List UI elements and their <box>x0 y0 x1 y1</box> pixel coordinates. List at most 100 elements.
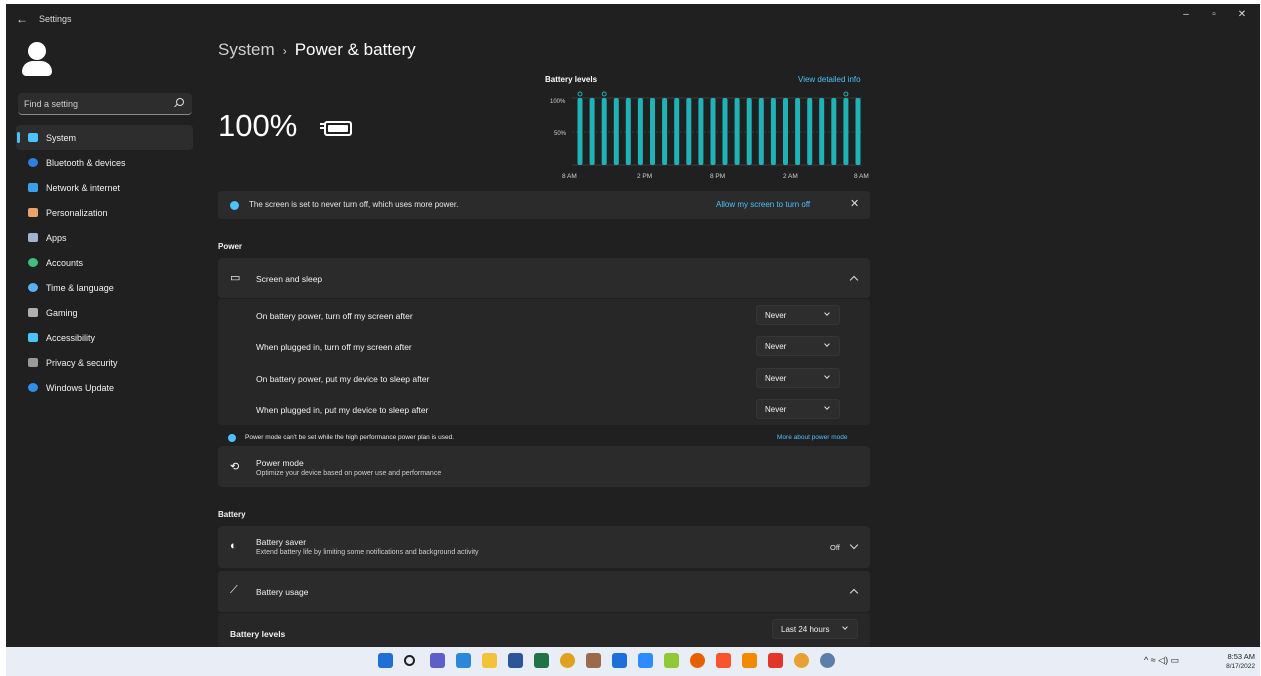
zoom-icon[interactable] <box>638 653 653 668</box>
close-button[interactable]: ✕ <box>1232 9 1252 25</box>
battery-usage-body: Battery levels Last 24 hours <box>218 613 870 647</box>
chat-icon[interactable] <box>430 653 445 668</box>
chrome-canary-icon[interactable] <box>794 653 809 668</box>
sidebar-item-accounts[interactable]: Accounts <box>16 250 193 275</box>
battery-levels-label: Battery levels <box>230 629 286 639</box>
battery-saver-card[interactable]: ◐ Battery saver Extend battery life by l… <box>218 526 870 568</box>
time-range-dropdown[interactable]: Last 24 hours <box>772 619 858 639</box>
battery-bar <box>783 98 788 165</box>
x-tick-label: 8 PM <box>710 173 725 180</box>
battery-section-label: Battery <box>218 510 246 519</box>
battery-bar <box>758 98 764 165</box>
charging-marker-icon <box>843 91 849 97</box>
allow-screen-off-link[interactable]: Allow my screen to turn off <box>716 200 810 209</box>
dropdown-value: Last 24 hours <box>781 625 830 634</box>
x-tick-label: 2 AM <box>783 173 798 180</box>
view-detailed-info-link[interactable]: View detailed info <box>798 75 861 84</box>
plugged-screen-off-label: When plugged in, turn off my screen afte… <box>256 342 412 352</box>
sidebar-item-label: Gaming <box>46 308 78 318</box>
anydesk-icon[interactable] <box>768 653 783 668</box>
file-explorer-icon[interactable] <box>482 653 497 668</box>
vlc-icon[interactable] <box>742 653 757 668</box>
breadcrumb: System › Power & battery <box>218 40 416 60</box>
search-box[interactable] <box>18 93 192 115</box>
battery-bar <box>843 98 849 165</box>
widgets-icon[interactable] <box>456 653 471 668</box>
sidebar-item-apps[interactable]: Apps <box>16 225 193 250</box>
brave-icon[interactable] <box>716 653 731 668</box>
app-title: Settings <box>39 14 72 24</box>
update-icon <box>28 383 38 392</box>
plugged-screen-off-dropdown[interactable]: Never <box>756 336 840 356</box>
chevron-up-icon[interactable] <box>849 275 859 285</box>
sidebar-item-network-internet[interactable]: Network & internet <box>16 175 193 200</box>
teamviewer-icon[interactable] <box>612 653 627 668</box>
battery-bar <box>698 98 704 165</box>
sidebar-item-label: Time & language <box>46 283 114 293</box>
chart-line-icon: ⟋ <box>230 584 238 596</box>
search-icon[interactable] <box>404 655 415 666</box>
more-about-power-mode-link[interactable]: More about power mode <box>777 434 847 441</box>
battery-charging-icon <box>320 121 352 136</box>
power-mode-icon: ⟲ <box>230 461 240 473</box>
battery-bar <box>819 98 825 165</box>
system-tray[interactable]: ^ ≈ ◁) ▭ <box>1144 655 1179 666</box>
battery-usage-header[interactable]: ⟋ Battery usage <box>218 571 870 612</box>
page-title: Power & battery <box>294 40 416 59</box>
notice-text: The screen is set to never turn off, whi… <box>249 200 459 209</box>
sidebar-item-windows-update[interactable]: Windows Update <box>16 375 193 400</box>
sidebar-item-label: Privacy & security <box>46 358 118 368</box>
word-icon[interactable] <box>508 653 523 668</box>
sidebar-item-system[interactable]: System <box>16 125 193 150</box>
back-button[interactable]: ← <box>16 12 28 26</box>
avatar[interactable] <box>20 42 54 78</box>
battery-bar <box>807 98 813 165</box>
screen-and-sleep-title: Screen and sleep <box>256 274 323 284</box>
sidebar-item-label: Accessibility <box>46 333 96 343</box>
dismiss-notice-button[interactable]: ✕ <box>850 197 859 210</box>
active-indicator <box>17 132 20 143</box>
battery-screen-off-dropdown[interactable]: Never <box>756 305 840 325</box>
excel-icon[interactable] <box>534 653 549 668</box>
plugged-sleep-dropdown[interactable]: Never <box>756 399 840 419</box>
start-icon[interactable] <box>378 653 393 668</box>
chevron-up-icon[interactable] <box>849 588 859 598</box>
sidebar-item-personalization[interactable]: Personalization <box>16 200 193 225</box>
power-mode-title: Power mode <box>256 458 304 468</box>
battery-saver-title: Battery saver <box>256 537 307 547</box>
apps-icon <box>28 233 38 242</box>
sidebar-item-privacy-security[interactable]: Privacy & security <box>16 350 193 375</box>
search-input[interactable] <box>24 96 164 112</box>
minimize-button[interactable]: – <box>1176 9 1196 25</box>
clock[interactable]: 8:53 AM 8/17/2022 <box>1209 652 1255 670</box>
sidebar-item-bluetooth-devices[interactable]: Bluetooth & devices <box>16 150 193 175</box>
globe-icon <box>28 283 38 292</box>
plugged-sleep-label: When plugged in, put my device to sleep … <box>256 405 429 415</box>
breadcrumb-system[interactable]: System <box>218 40 275 59</box>
power-mode-note-text: Power mode can't be set while the high p… <box>245 434 454 441</box>
app-icon[interactable] <box>586 653 601 668</box>
screen-and-sleep-header[interactable]: ▭ Screen and sleep <box>218 258 870 298</box>
sidebar-item-gaming[interactable]: Gaming <box>16 300 193 325</box>
chart-title: Battery levels <box>545 75 598 84</box>
power-mode-card: ⟲ Power mode Optimize your device based … <box>218 446 870 487</box>
sidebar-item-label: System <box>46 133 77 143</box>
system-icon <box>28 133 38 142</box>
battery-bar <box>710 98 716 165</box>
clock-date: 8/17/2022 <box>1226 663 1255 670</box>
search-icon[interactable] <box>176 98 184 106</box>
sidebar-item-accessibility[interactable]: Accessibility <box>16 325 193 350</box>
settings-icon[interactable] <box>820 653 835 668</box>
battery-fill <box>328 125 348 132</box>
battery-bar <box>795 98 801 165</box>
sidebar-item-label: Personalization <box>46 208 108 218</box>
battery-sleep-dropdown[interactable]: Never <box>756 368 840 388</box>
battery-saver-icon: ◐ <box>230 540 237 552</box>
android-icon[interactable] <box>664 653 679 668</box>
maximize-button[interactable]: ▫ <box>1204 9 1224 25</box>
chevron-down-icon[interactable] <box>849 540 859 550</box>
firefox-icon[interactable] <box>690 653 705 668</box>
chrome-icon[interactable] <box>560 653 575 668</box>
x-tick-label: 2 PM <box>637 173 652 180</box>
sidebar-item-time-language[interactable]: Time & language <box>16 275 193 300</box>
